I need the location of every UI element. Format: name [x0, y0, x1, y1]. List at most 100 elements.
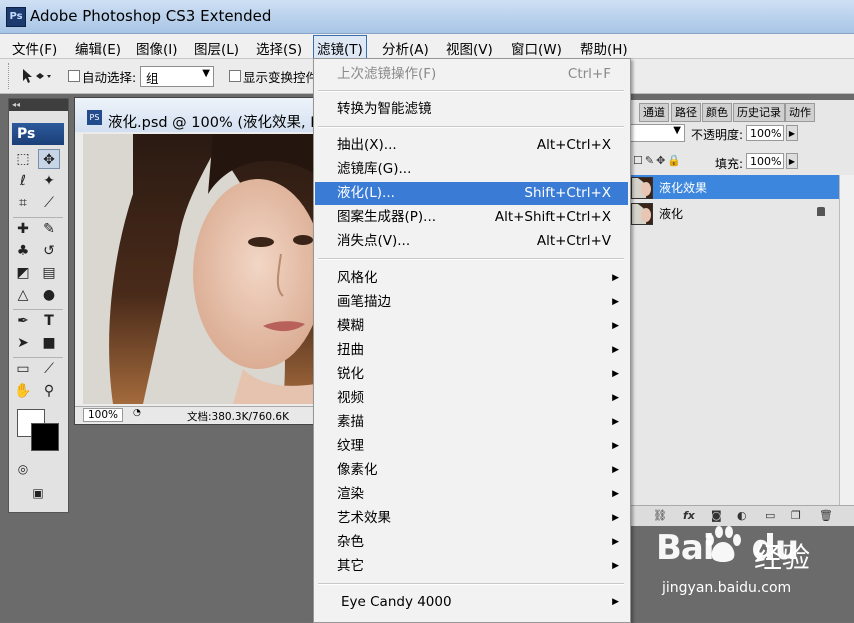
menu-help[interactable]: 帮助(H) [577, 38, 631, 58]
menu-edit[interactable]: 编辑(E) [72, 38, 124, 58]
blur-tool-icon[interactable]: △ [12, 285, 34, 305]
rectangle-shape-tool-icon[interactable]: ■ [38, 333, 60, 353]
quick-mask-icon[interactable]: ◎ [12, 459, 34, 479]
menu-item-blur[interactable]: 模糊 ▶ [315, 315, 628, 338]
watermark-text: 经验 [754, 541, 811, 574]
menu-item-vanishing-point[interactable]: 消失点(V)... Alt+Ctrl+V [315, 230, 628, 253]
adjustment-layer-icon[interactable]: ◐ [737, 509, 747, 522]
menu-layer[interactable]: 图层(L) [191, 38, 242, 58]
menu-item-stylize[interactable]: 风格化 ▶ [315, 267, 628, 290]
submenu-arrow-icon: ▶ [612, 537, 619, 547]
menu-file[interactable]: 文件(F) [9, 38, 60, 58]
menu-item-label: 风格化 [337, 270, 378, 286]
gradient-tool-icon[interactable]: ▤ [38, 263, 60, 283]
new-layer-icon[interactable]: ❐ [791, 509, 801, 522]
notes-tool-icon[interactable]: ▭ [12, 359, 34, 379]
menu-item-video[interactable]: 视频 ▶ [315, 387, 628, 410]
pen-tool-icon[interactable]: ✒ [12, 311, 34, 331]
marquee-tool-icon[interactable]: ⬚ [12, 149, 34, 169]
auto-select-dropdown[interactable]: 组 ▼ [140, 66, 214, 87]
submenu-arrow-icon: ▶ [612, 321, 619, 331]
auto-select-label: 自动选择: [82, 70, 137, 85]
path-selection-tool-icon[interactable]: ➤ [12, 333, 34, 353]
menu-item-filter-gallery[interactable]: 滤镜库(G)... [315, 158, 628, 181]
menu-divider [318, 583, 624, 585]
menu-item-extract[interactable]: 抽出(X)... Alt+Ctrl+X [315, 134, 628, 157]
move-tool-icon[interactable]: ✥ [38, 149, 60, 169]
opacity-slider-arrow-icon[interactable]: ▶ [786, 125, 798, 141]
status-menu-icon[interactable]: ◔ [133, 408, 141, 418]
lasso-tool-icon[interactable]: ℓ [12, 171, 34, 191]
menu-item-texture[interactable]: 纹理 ▶ [315, 435, 628, 458]
eyedropper-tool-icon[interactable]: ⟋ [38, 359, 60, 379]
menu-item-pattern-maker[interactable]: 图案生成器(P)... Alt+Shift+Ctrl+X [315, 206, 628, 229]
hand-tool-icon[interactable]: ✋ [12, 381, 34, 401]
fill-field[interactable]: 100% [746, 153, 784, 169]
tab-actions[interactable]: 动作 [785, 103, 815, 122]
eraser-tool-icon[interactable]: ◩ [12, 263, 34, 283]
menu-item-label: 模糊 [337, 318, 364, 334]
layer-row[interactable]: 液化 [629, 201, 839, 225]
add-mask-icon[interactable]: ◙ [711, 509, 722, 522]
brush-tool-icon[interactable]: ✎ [38, 219, 60, 239]
fill-label: 填充: [715, 157, 744, 171]
menu-item-distort[interactable]: 扭曲 ▶ [315, 339, 628, 362]
blend-mode-dropdown[interactable]: ▼ [629, 124, 685, 142]
link-layers-icon[interactable]: ⛓ [653, 509, 667, 522]
auto-select-checkbox[interactable] [68, 70, 80, 82]
menu-select[interactable]: 选择(S) [253, 38, 305, 58]
magic-wand-tool-icon[interactable]: ✦ [38, 171, 60, 191]
menu-view[interactable]: 视图(V) [443, 38, 496, 58]
image-canvas[interactable] [83, 134, 315, 404]
auto-select-value: 组 [146, 71, 159, 86]
layers-scrollbar[interactable] [839, 175, 854, 505]
menu-item-noise[interactable]: 杂色 ▶ [315, 531, 628, 554]
delete-layer-icon[interactable]: 🗑 [819, 509, 833, 522]
tab-paths[interactable]: 路径 [671, 103, 701, 122]
menu-item-pixelate[interactable]: 像素化 ▶ [315, 459, 628, 482]
menu-item-brush-strokes[interactable]: 画笔描边 ▶ [315, 291, 628, 314]
layer-row[interactable]: 液化效果 [629, 175, 839, 199]
title-bar: Ps Adobe Photoshop CS3 Extended [0, 0, 854, 34]
menu-item-eye-candy[interactable]: Eye Candy 4000 ▶ [315, 591, 628, 614]
menu-item-sharpen[interactable]: 锐化 ▶ [315, 363, 628, 386]
type-tool-icon[interactable]: T [38, 311, 60, 331]
menu-item-artistic[interactable]: 艺术效果 ▶ [315, 507, 628, 530]
tab-color[interactable]: 颜色 [702, 103, 732, 122]
submenu-arrow-icon: ▶ [612, 465, 619, 475]
clone-stamp-tool-icon[interactable]: ♣ [12, 241, 34, 261]
new-group-icon[interactable]: ▭ [765, 509, 775, 522]
menu-item-shortcut: Shift+Ctrl+X [524, 185, 611, 201]
document-status-bar: 100% ◔ 文档:380.3K/760.6K [75, 406, 319, 423]
slice-tool-icon[interactable]: ⟋ [38, 193, 60, 213]
show-transform-checkbox[interactable] [229, 70, 241, 82]
document-title-bar[interactable]: PS 液化.psd @ 100% (液化效果, RGB/8) [75, 98, 361, 132]
menu-window[interactable]: 窗口(W) [508, 38, 565, 58]
tab-channels[interactable]: 通道 [639, 103, 669, 122]
toolbox-collapse-icon[interactable]: ◂◂ [9, 99, 68, 111]
screen-mode-icon[interactable]: ▣ [27, 483, 49, 503]
dodge-tool-icon[interactable]: ● [38, 285, 60, 305]
zoom-level-field[interactable]: 100% [83, 408, 124, 422]
watermark-url: jingyan.baidu.com [662, 580, 792, 596]
options-bar-grip[interactable] [8, 63, 12, 89]
crop-tool-icon[interactable]: ⌗ [12, 193, 34, 213]
healing-brush-tool-icon[interactable]: ✚ [12, 219, 34, 239]
tab-history[interactable]: 历史记录 [733, 103, 785, 122]
menu-item-convert-smart-filter[interactable]: 转换为智能滤镜 [315, 98, 628, 121]
history-brush-tool-icon[interactable]: ↺ [38, 241, 60, 261]
move-tool-preset-icon[interactable] [20, 67, 52, 89]
opacity-field[interactable]: 100% [746, 125, 784, 141]
menu-item-sketch[interactable]: 素描 ▶ [315, 411, 628, 434]
menu-analysis[interactable]: 分析(A) [379, 38, 432, 58]
lock-options-icons[interactable]: ☐✎✥🔒 [633, 154, 683, 167]
menu-item-render[interactable]: 渲染 ▶ [315, 483, 628, 506]
menu-item-liquify[interactable]: 液化(L)... Shift+Ctrl+X [315, 182, 628, 205]
menu-image[interactable]: 图像(I) [133, 38, 181, 58]
zoom-tool-icon[interactable]: ⚲ [38, 381, 60, 401]
background-color-swatch[interactable] [31, 423, 59, 451]
layer-style-icon[interactable]: fx [683, 509, 695, 522]
menu-item-other[interactable]: 其它 ▶ [315, 555, 628, 578]
menu-item-last-filter[interactable]: 上次滤镜操作(F) Ctrl+F [315, 63, 628, 86]
fill-slider-arrow-icon[interactable]: ▶ [786, 153, 798, 169]
